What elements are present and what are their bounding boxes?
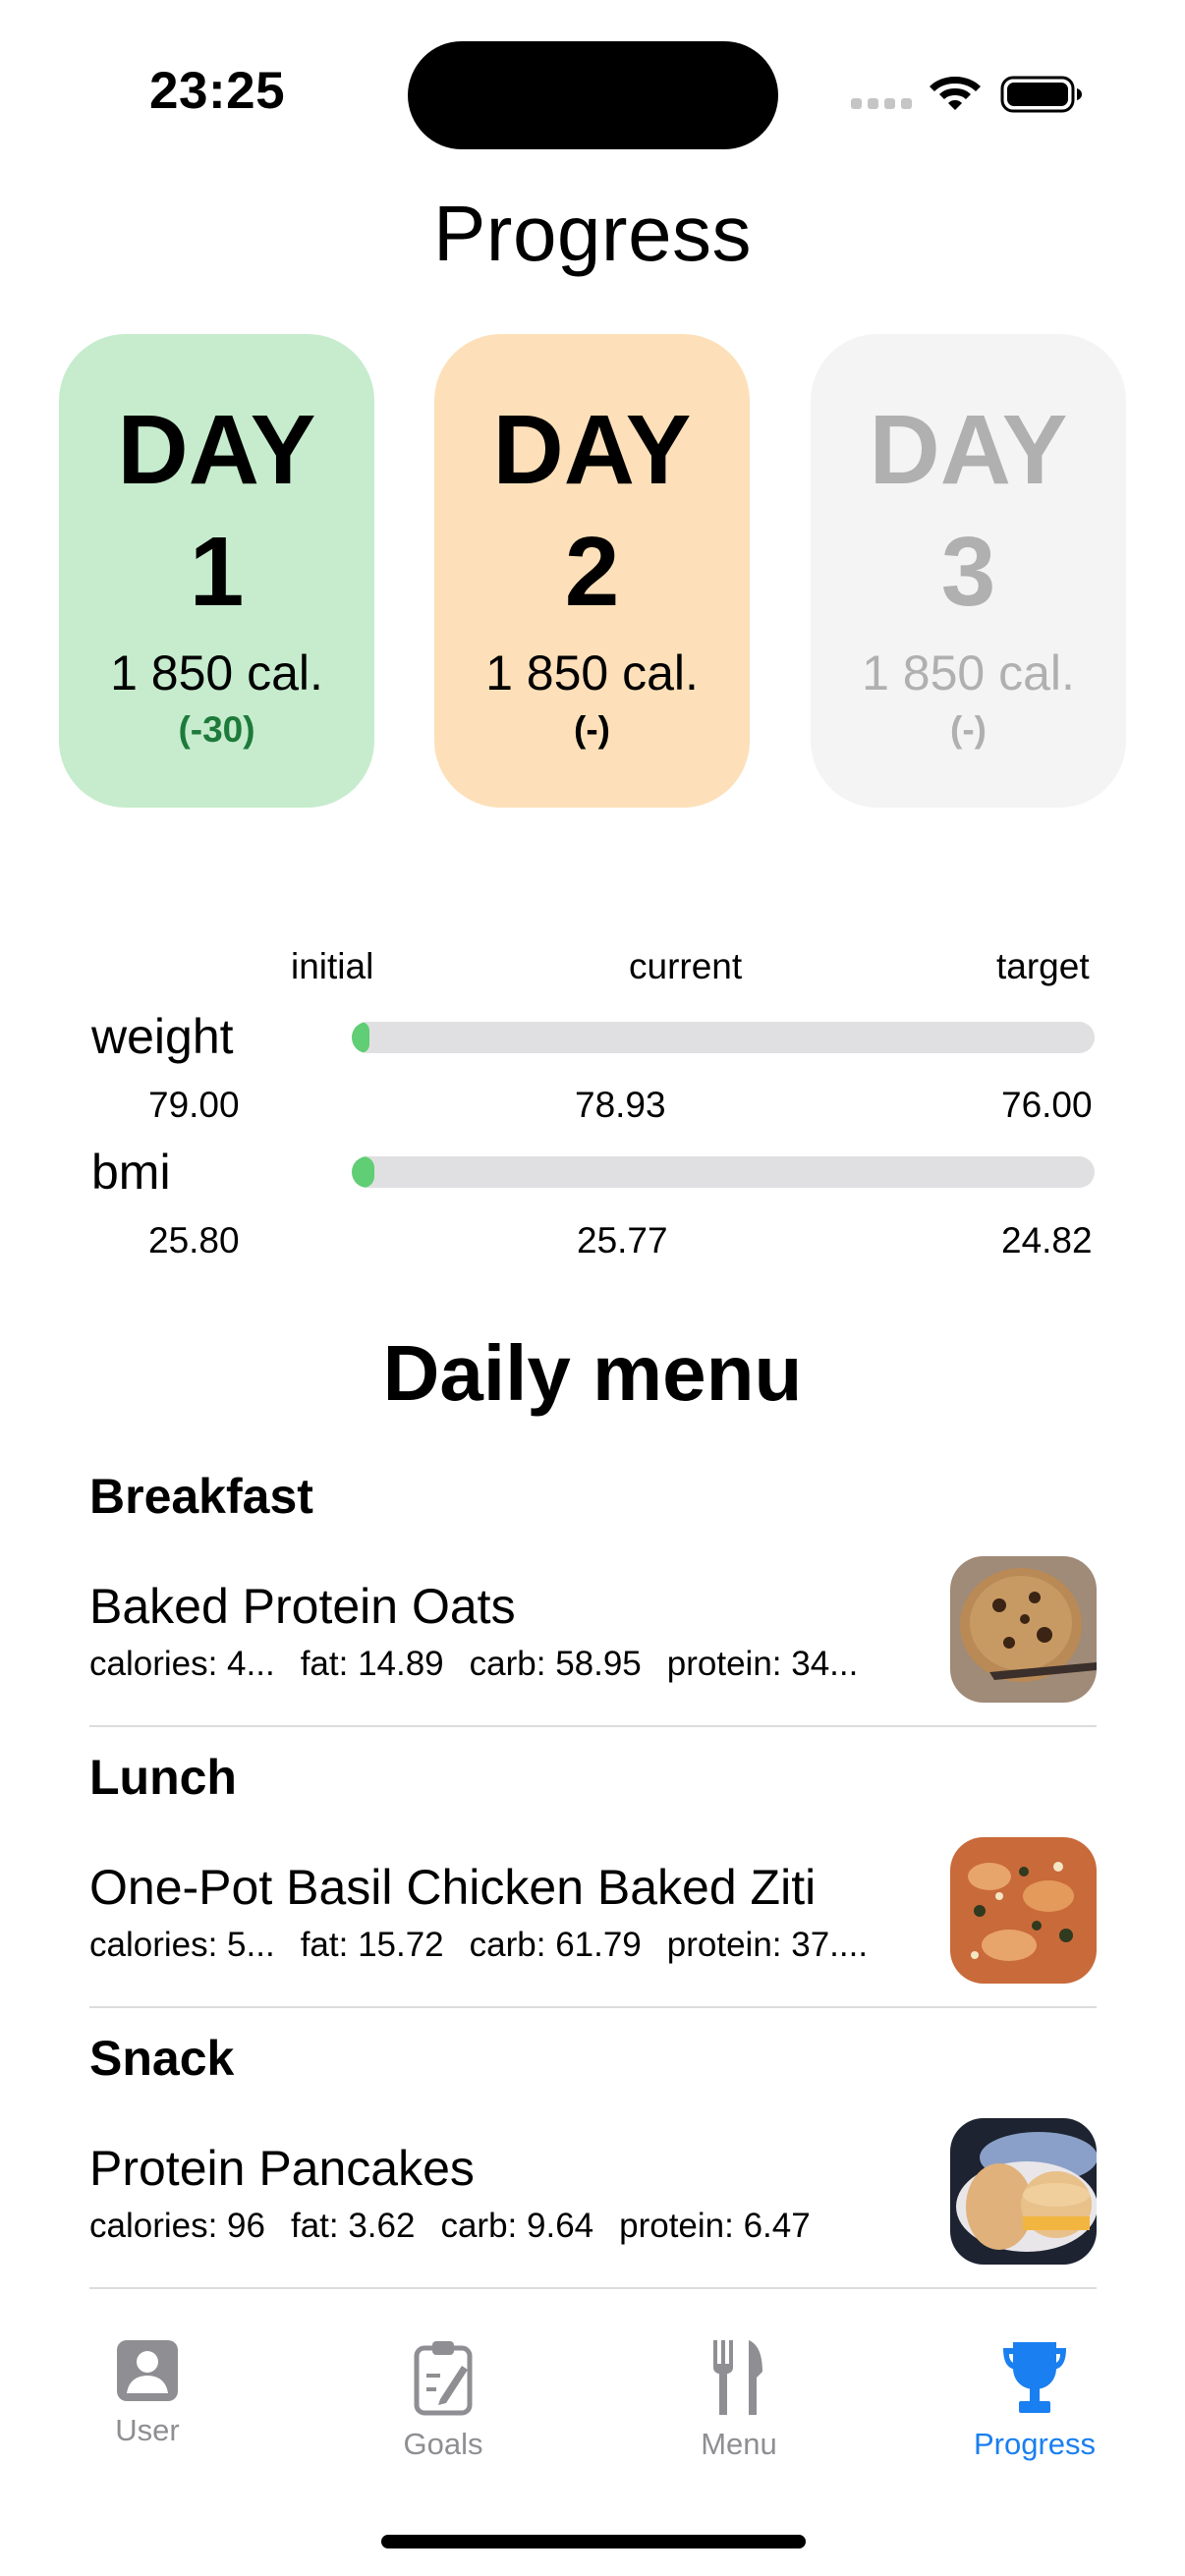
meal-divider [89, 2287, 1097, 2289]
screen: 23:25 Progress DAY 1 1 850 cal. (-30) DA… [0, 0, 1185, 2576]
weight-progress-fill [352, 1022, 369, 1053]
weight-progress-bar [352, 1022, 1095, 1053]
home-indicator[interactable] [381, 2535, 806, 2548]
target-header: target [996, 946, 1090, 986]
tab-label: Goals [403, 2427, 483, 2461]
day-calorie-diff: (-) [950, 709, 987, 750]
current-header: current [629, 946, 743, 986]
meal-divider [89, 1725, 1097, 1727]
baked-ziti-photo [950, 1837, 1097, 1984]
meal-protein: protein: 6.47 [619, 2207, 811, 2245]
meal-type-lunch: Lunch [89, 1750, 237, 1805]
bmi-initial-value: 25.80 [148, 1220, 240, 1260]
tab-label: Progress [973, 2427, 1097, 2461]
day-word: DAY [869, 395, 1068, 505]
dynamic-island [408, 41, 778, 149]
wifi-icon [930, 77, 981, 110]
meal-type-breakfast: Breakfast [89, 1469, 313, 1524]
tab-menu[interactable]: Menu [641, 2338, 837, 2459]
day-number: 2 [564, 517, 620, 627]
day-card-3[interactable]: DAY 3 1 850 cal. (-) [811, 334, 1126, 808]
day-calorie-diff: (-) [574, 709, 610, 750]
meal-fat: fat: 3.62 [290, 2207, 416, 2245]
meal-name: Baked Protein Oats [89, 1579, 516, 1634]
meal-calories: calories: 4... [89, 1645, 275, 1683]
day-number: 3 [940, 517, 996, 627]
bmi-progress-bar [352, 1156, 1095, 1188]
tab-user[interactable]: User [49, 2338, 246, 2445]
meal-fat: fat: 15.72 [300, 1926, 444, 1964]
meal-calories: calories: 96 [89, 2207, 265, 2245]
meal-carb: carb: 9.64 [440, 2207, 594, 2245]
cellular-signal-icon [851, 98, 912, 110]
bmi-target-value: 24.82 [1001, 1220, 1093, 1260]
meal-macros: calories: 5... fat: 15.72 carb: 61.79 prote… [89, 1928, 893, 1962]
meal-calories: calories: 5... [89, 1926, 275, 1964]
daily-menu-title: Daily menu [382, 1329, 803, 1417]
page-title: Progress [432, 190, 753, 277]
bmi-progress-fill [352, 1156, 374, 1188]
pancakes-photo [950, 2118, 1097, 2265]
day-word: DAY [492, 395, 692, 505]
baked-oats-photo [950, 1556, 1097, 1703]
initial-header: initial [291, 946, 374, 986]
day-calories: 1 850 cal. [110, 645, 323, 700]
tab-label: User [115, 2413, 180, 2447]
day-word: DAY [117, 395, 316, 505]
day-number: 1 [189, 517, 245, 627]
clipboard-icon [414, 2341, 473, 2416]
tab-label: Menu [701, 2427, 777, 2461]
trophy-icon [1003, 2342, 1066, 2413]
weight-label: weight [91, 1009, 234, 1064]
day-card-1[interactable]: DAY 1 1 850 cal. (-30) [59, 334, 374, 808]
bmi-label: bmi [91, 1145, 171, 1200]
tab-goals[interactable]: Goals [345, 2338, 541, 2459]
meal-name: One-Pot Basil Chicken Baked Ziti [89, 1860, 817, 1915]
meal-macros: calories: 4... fat: 14.89 carb: 58.95 prote… [89, 1647, 883, 1681]
meal-macros: calories: 96 fat: 3.62 carb: 9.64 protein: … [89, 2209, 836, 2243]
user-icon [117, 2340, 178, 2401]
meal-type-snack: Snack [89, 2031, 235, 2086]
meal-carb: carb: 58.95 [469, 1645, 642, 1683]
meal-fat: fat: 14.89 [300, 1645, 444, 1683]
meal-carb: carb: 61.79 [469, 1926, 642, 1964]
fork-knife-icon [713, 2340, 762, 2415]
day-calorie-diff: (-30) [178, 709, 255, 750]
day-calories: 1 850 cal. [485, 645, 699, 700]
battery-icon [1000, 76, 1082, 113]
tab-progress[interactable]: Progress [936, 2338, 1133, 2459]
meal-divider [89, 2006, 1097, 2008]
day-card-2[interactable]: DAY 2 1 850 cal. (-) [434, 334, 750, 808]
weight-initial-value: 79.00 [148, 1085, 240, 1125]
status-time: 23:25 [149, 62, 286, 120]
weight-target-value: 76.00 [1001, 1085, 1093, 1125]
bmi-current-value: 25.77 [577, 1220, 668, 1260]
meal-protein: protein: 34... [666, 1645, 859, 1683]
day-calories: 1 850 cal. [862, 645, 1075, 700]
meal-name: Protein Pancakes [89, 2141, 475, 2196]
meal-protein: protein: 37.... [666, 1926, 869, 1964]
weight-current-value: 78.93 [575, 1085, 666, 1125]
